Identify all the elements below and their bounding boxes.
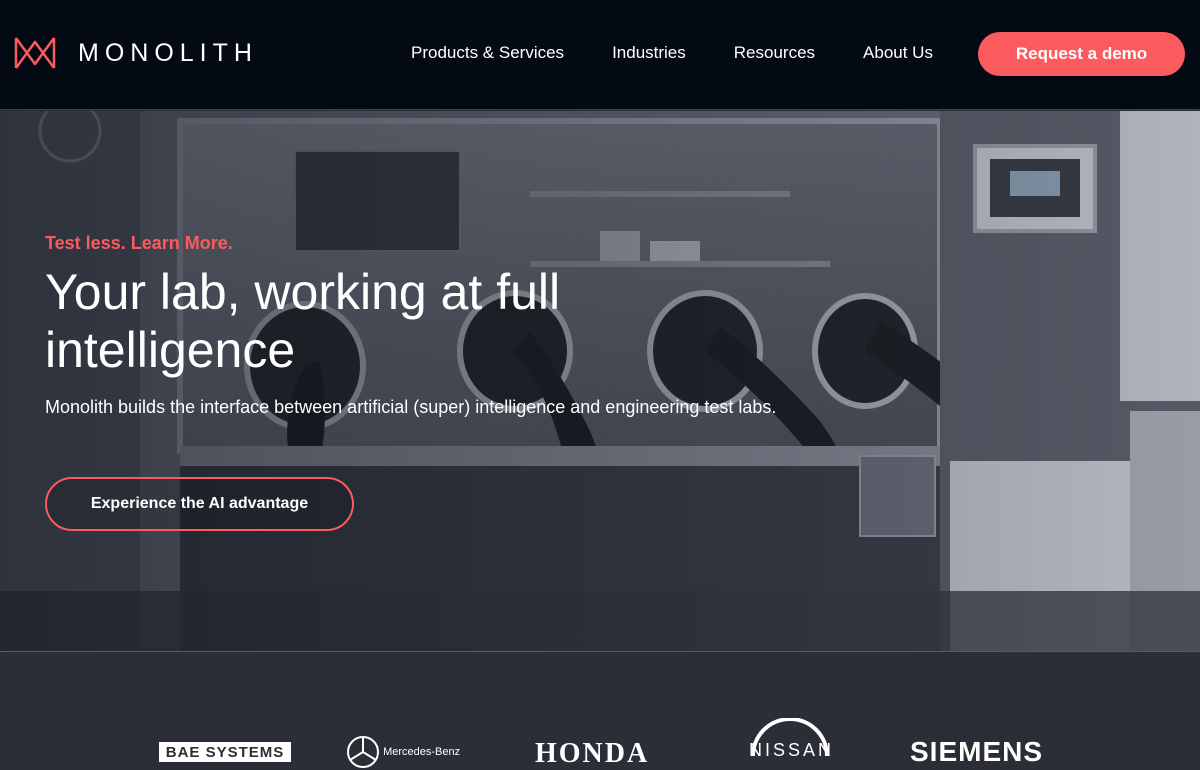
hero-overlay	[0, 111, 1200, 651]
nav-resources[interactable]: Resources	[734, 43, 815, 63]
logo-bae-systems: BAE SYSTEMS	[159, 742, 291, 762]
logo-mercedes-benz: Mercedes-Benz	[346, 735, 460, 769]
monolith-mark-icon	[14, 37, 56, 69]
experience-ai-advantage-button[interactable]: Experience the AI advantage	[45, 477, 354, 531]
site-header: MONOLITH Products & Services Industries …	[0, 0, 1200, 110]
nav-about-us[interactable]: About Us	[863, 43, 933, 63]
hero-headline: Your lab, working at full intelligence	[45, 264, 561, 378]
hero-subline: Monolith builds the interface between ar…	[45, 397, 777, 417]
nav-industries[interactable]: Industries	[612, 43, 686, 63]
customer-logo-strip: BAE SYSTEMS Mercedes-Benz HONDA NISSAN S…	[0, 651, 1200, 769]
nav-products-services[interactable]: Products & Services	[411, 43, 564, 63]
monolith-logo[interactable]: MONOLITH	[14, 36, 258, 70]
hero-eyebrow: Test less. Learn More.	[45, 233, 233, 253]
logo-siemens: SIEMENS	[910, 736, 1044, 767]
logo-honda: HONDA	[535, 738, 650, 769]
brand-wordmark: MONOLITH	[78, 38, 258, 67]
request-demo-button[interactable]: Request a demo	[978, 32, 1185, 76]
logo-nissan: NISSAN	[749, 717, 835, 763]
hero-section: Test less. Learn More. Your lab, working…	[0, 111, 1200, 651]
nissan-wordmark: NISSAN	[749, 740, 835, 760]
mercedes-wordmark: Mercedes-Benz	[383, 745, 461, 758]
mercedes-star-icon	[347, 736, 379, 768]
main-nav: Products & Services Industries Resources…	[411, 43, 933, 63]
